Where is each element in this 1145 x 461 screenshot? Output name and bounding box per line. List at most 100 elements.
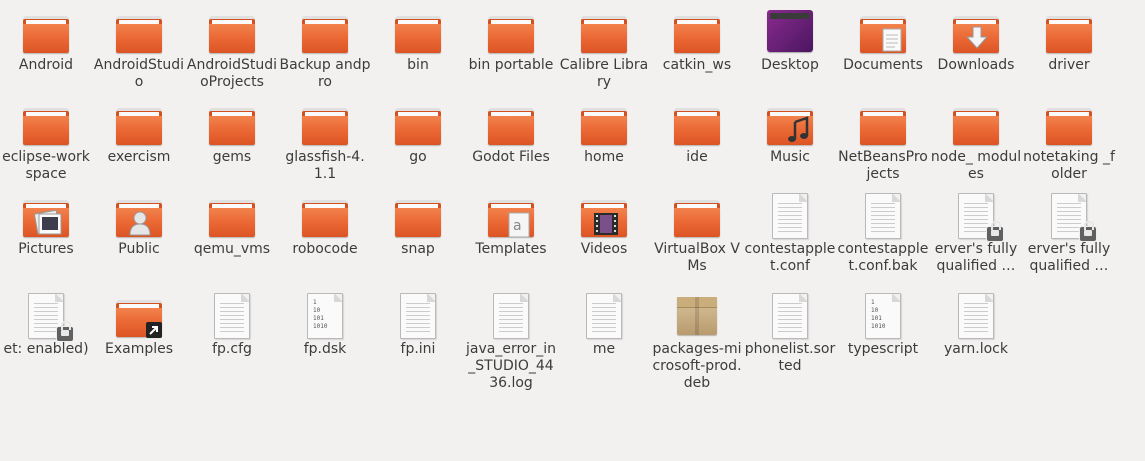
package-box-icon [673,292,721,340]
folder-item[interactable]: a Templates [465,192,557,258]
text-file-icon [487,292,535,340]
folder-icon [301,192,349,240]
folder-icon [859,8,907,56]
folder-icon [394,8,442,56]
file-item[interactable]: contestapplet.conf.bak [837,192,929,275]
folder-item[interactable]: Godot Files [465,100,557,166]
file-label: fp.dsk [303,341,347,357]
folder-item[interactable]: bin [372,8,464,74]
file-label: Examples [104,341,174,357]
download-arrow-icon [965,26,989,54]
text-file-icon [766,192,814,240]
file-label: yarn.lock [944,341,1008,357]
folder-item[interactable]: Documents [837,8,929,74]
text-file-icon [952,192,1004,242]
folder-item[interactable]: gems [186,100,278,166]
file-item[interactable]: fp.ini [372,292,464,358]
folder-icon [394,192,442,240]
file-label: Music [770,149,810,165]
folder-item[interactable]: Videos [558,192,650,258]
file-item[interactable]: erver's fully qualified … [930,192,1022,275]
folder-icon [115,292,163,340]
folder-item[interactable]: notetaking _folder [1023,100,1115,183]
file-label: contestapplet.conf [744,241,836,274]
text-file-icon [1045,192,1097,242]
folder-icon [394,100,442,148]
folder-item[interactable]: ide [651,100,743,166]
file-label: phonelist.sorted [744,341,836,374]
folder-item[interactable]: go [372,100,464,166]
file-label: java_error_in_STUDIO_4436.log [466,341,556,391]
file-label: erver's fully qualified … [934,241,1018,274]
folder-icon [1045,100,1093,148]
folder-icon: a [487,192,535,240]
folder-item[interactable]: Android [0,8,92,74]
folder-item[interactable]: Examples [93,292,185,358]
folder-item[interactable]: Downloads [930,8,1022,74]
folder-icon [208,8,256,56]
folder-item[interactable]: glassfish-4.1.1 [279,100,371,183]
folder-item[interactable]: AndroidStudio [93,8,185,91]
folder-item[interactable]: Calibre Library [558,8,650,91]
folder-icon [115,192,163,240]
folder-item[interactable]: node_ modules [930,100,1022,183]
folder-item[interactable]: Desktop [744,8,836,74]
folder-item[interactable]: Pictures [0,192,92,258]
folder-item[interactable]: home [558,100,650,166]
svg-text:a: a [513,218,522,234]
folder-item[interactable]: bin portable [465,8,557,74]
file-label: eclipse-workspace [2,149,90,182]
file-item[interactable]: packages-microsoft-prod.deb [651,292,743,392]
text-file-icon [208,292,256,340]
file-label: Android [18,57,74,73]
folder-item[interactable]: catkin_ws [651,8,743,74]
file-label: packages-microsoft-prod.deb [652,341,742,391]
lock-icon [986,221,1004,242]
file-label: Downloads [937,57,1015,73]
file-label: Pictures [18,241,74,257]
picture-emblem-icon [33,208,63,240]
folder-icon [301,8,349,56]
folder-icon [673,100,721,148]
folder-item[interactable]: Music [744,100,836,166]
file-label: typescript [847,341,919,357]
file-item[interactable]: contestapplet.conf [744,192,836,275]
lock-icon [56,321,74,342]
file-label: contestapplet.conf.bak [837,241,929,274]
folder-item[interactable]: Public [93,192,185,258]
file-item[interactable]: et: enabled) [0,292,92,358]
folder-icon [115,8,163,56]
folder-icon [22,8,70,56]
file-label: Desktop [761,57,819,73]
folder-item[interactable]: exercism [93,100,185,166]
music-note-icon [787,116,811,148]
text-file-icon [766,292,814,340]
folder-item[interactable]: Backup andpro [279,8,371,91]
folder-item[interactable]: VirtualBox VMs [651,192,743,275]
file-item[interactable]: 1 10 101 1010 typescript [837,292,929,358]
folder-item[interactable]: NetBeansProjects [837,100,929,183]
file-label: bin portable [468,57,554,73]
file-item[interactable]: erver's fully qualified … [1023,192,1115,275]
file-label: snap [401,241,435,257]
folder-item[interactable]: AndroidStudioProjects [186,8,278,91]
folder-icon [208,100,256,148]
file-item[interactable]: me [558,292,650,358]
folder-item[interactable]: eclipse-workspace [0,100,92,183]
folder-item[interactable]: robocode [279,192,371,258]
template-emblem-icon: a [508,212,530,242]
folder-icon [115,100,163,148]
folder-item[interactable]: snap [372,192,464,258]
folder-icon [1045,8,1093,56]
file-label: driver [1048,57,1090,73]
file-item[interactable]: phonelist.sorted [744,292,836,375]
folder-icon [952,100,1000,148]
file-item[interactable]: 1 10 101 1010 fp.dsk [279,292,371,358]
desktop-icon [766,8,814,56]
file-item[interactable]: fp.cfg [186,292,278,358]
folder-icon [301,100,349,148]
folder-item[interactable]: qemu_vms [186,192,278,258]
file-item[interactable]: java_error_in_STUDIO_4436.log [465,292,557,392]
folder-item[interactable]: driver [1023,8,1115,74]
file-item[interactable]: yarn.lock [930,292,1022,358]
